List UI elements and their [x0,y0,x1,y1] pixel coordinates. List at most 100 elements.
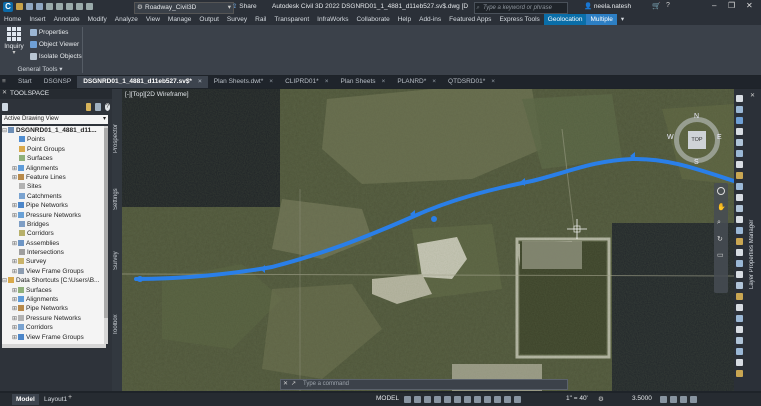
selection-cycling-icon[interactable] [484,396,491,403]
close-icon[interactable]: × [382,78,386,85]
tree-item-intersections[interactable]: Intersections [2,248,106,257]
expand-icon[interactable]: ⊞ [12,166,17,172]
ribbon-item-isolate-objects[interactable]: Isolate Objects [30,52,82,62]
panel-title-general-tools[interactable]: General Tools ▾ [0,65,80,75]
viewcube-top-face[interactable]: TOP [688,131,706,149]
drawing-icon[interactable] [2,103,8,111]
tree-item-ds-corridors[interactable]: ⊞ Corridors [2,323,106,332]
ribbon-tab-view[interactable]: View [142,14,164,25]
tab-survey[interactable]: Survey [113,245,121,277]
tree-item-points[interactable]: Points [2,135,106,144]
scroll-thumb[interactable] [104,128,108,318]
workspace-select[interactable]: ⚙ Roadway_Civil3D ▾ [134,2,234,14]
tool-icon[interactable] [736,238,743,245]
minimize-button[interactable]: – [712,1,716,10]
refresh-icon[interactable] [95,103,101,111]
tool-icon[interactable] [736,315,743,322]
close-icon[interactable]: × [491,78,495,85]
tool-icon[interactable] [736,249,743,256]
tree-item-feature-lines[interactable]: ⊞ Feature Lines [2,173,106,182]
tab-settings[interactable]: Settings [113,181,121,217]
help-icon[interactable]: ? [666,2,670,9]
tool-icon[interactable] [736,161,743,168]
web-mobile-icon[interactable] [46,3,53,10]
undo-icon[interactable] [66,3,73,10]
model-space-button[interactable]: MODEL [376,395,399,402]
hardware-acceleration-icon[interactable] [670,396,677,403]
tool-icon[interactable] [736,150,743,157]
search-input[interactable]: ⌕ Type a keyword or phrase [474,2,568,14]
match-properties-icon[interactable] [86,3,93,10]
ribbon-item-object-viewer[interactable]: Object Viewer [30,40,79,50]
elevation-value[interactable]: 3.5000 [632,395,652,402]
expand-icon[interactable]: ⊞ [12,288,17,294]
osnap-icon[interactable] [444,396,451,403]
ribbon-tab-transparent[interactable]: Transparent [270,14,313,25]
expand-icon[interactable]: ⊞ [12,213,17,219]
3d-osnap-icon[interactable] [494,396,501,403]
ribbon-tab-output[interactable]: Output [195,14,223,25]
tool-icon[interactable] [736,172,743,179]
tree-item-pipe-networks[interactable]: ⊞ Pipe Networks [2,201,106,210]
collapse-icon[interactable]: ⊟ [2,278,7,284]
tree-item-view-frame-groups[interactable]: ⊞ View Frame Groups [2,267,106,276]
tool-icon[interactable] [736,183,743,190]
ribbon-tab-help[interactable]: Help [394,14,415,25]
cart-icon[interactable]: 🛒 [652,2,661,10]
tree-item-ds-view-frame-groups[interactable]: ⊞ View Frame Groups [2,333,106,342]
tool-icon[interactable] [736,326,743,333]
close-icon[interactable]: ✕ [283,380,288,387]
doc-tab[interactable]: Plan Sheets × [334,76,391,88]
expand-icon[interactable]: ⊞ [12,316,17,322]
tool-icon[interactable] [736,205,743,212]
inquiry-button[interactable]: Inquiry ▾ [3,27,25,59]
tree-horizontal-scrollbar[interactable] [2,344,106,348]
user-account[interactable]: 👤 neela.natesh [584,2,631,12]
open-icon[interactable] [16,3,23,10]
lineweight-icon[interactable] [464,396,471,403]
expand-icon[interactable]: ⊞ [12,297,17,303]
tree-item-catchments[interactable]: Catchments [2,192,106,201]
tree-item-survey[interactable]: ⊞ Survey [2,257,106,266]
tab-layout1[interactable]: Layout1 [40,394,71,405]
annotation-visibility-icon[interactable] [504,396,511,403]
ribbon-tab-home[interactable]: Home [0,14,25,25]
view-select[interactable]: Active Drawing View ▾ [2,115,108,124]
tree-item-surfaces[interactable]: Surfaces [2,154,106,163]
tool-icon[interactable] [736,117,743,124]
tool-icon[interactable] [736,128,743,135]
tool-icon[interactable] [736,260,743,267]
workspace-switch-icon[interactable]: ⚙ [598,395,604,403]
ribbon-tabs-overflow-icon[interactable]: ▾ [617,14,628,25]
steering-wheel-icon[interactable] [717,187,725,195]
isolate-icon[interactable] [660,396,667,403]
doc-tab[interactable]: PLANRD* × [391,76,442,88]
tree-item-ds-surfaces[interactable]: ⊞ Surfaces [2,286,106,295]
tree-item-data-shortcuts[interactable]: ⊟ Data Shortcuts [C:\Users\B... [2,276,106,285]
close-icon[interactable]: × [269,78,273,85]
tool-icon[interactable] [736,348,743,355]
pan-icon[interactable]: ✋ [717,203,726,211]
tree-item-ds-pipe-networks[interactable]: ⊞ Pipe Networks [2,304,106,313]
orbit-icon[interactable]: ↻ [717,235,723,243]
autoscale-icon[interactable] [514,396,521,403]
tool-icon[interactable] [736,370,743,377]
tree-item-drawing[interactable]: ⊟ DSGNRD01_1_4881_d11... [2,126,106,135]
polar-icon[interactable] [434,396,441,403]
otrack-icon[interactable] [454,396,461,403]
tree-item-pressure-networks[interactable]: ⊞ Pressure Networks [2,211,106,220]
ribbon-tab-add-ins[interactable]: Add-ins [415,14,445,25]
print-icon[interactable] [56,3,63,10]
tree-item-ds-pressure-networks[interactable]: ⊞ Pressure Networks [2,314,106,323]
expand-icon[interactable]: ⊞ [12,175,17,181]
viewport-controls-label[interactable]: [-][Top][2D Wireframe] [125,91,189,98]
close-icon[interactable]: × [325,78,329,85]
customize-icon[interactable] [690,396,697,403]
restore-button[interactable]: ❐ [728,1,735,10]
drawing-viewport[interactable]: [-][Top][2D Wireframe] TOP N W E S ✋ ⌕ ↻… [122,89,734,391]
doc-tab[interactable]: Plan Sheets.dwt* × [208,76,279,88]
expand-icon[interactable]: ⊞ [12,259,17,265]
collapse-icon[interactable]: ⊟ [2,128,7,134]
showmotion-icon[interactable]: ▭ [717,251,724,259]
redo-icon[interactable] [76,3,83,10]
